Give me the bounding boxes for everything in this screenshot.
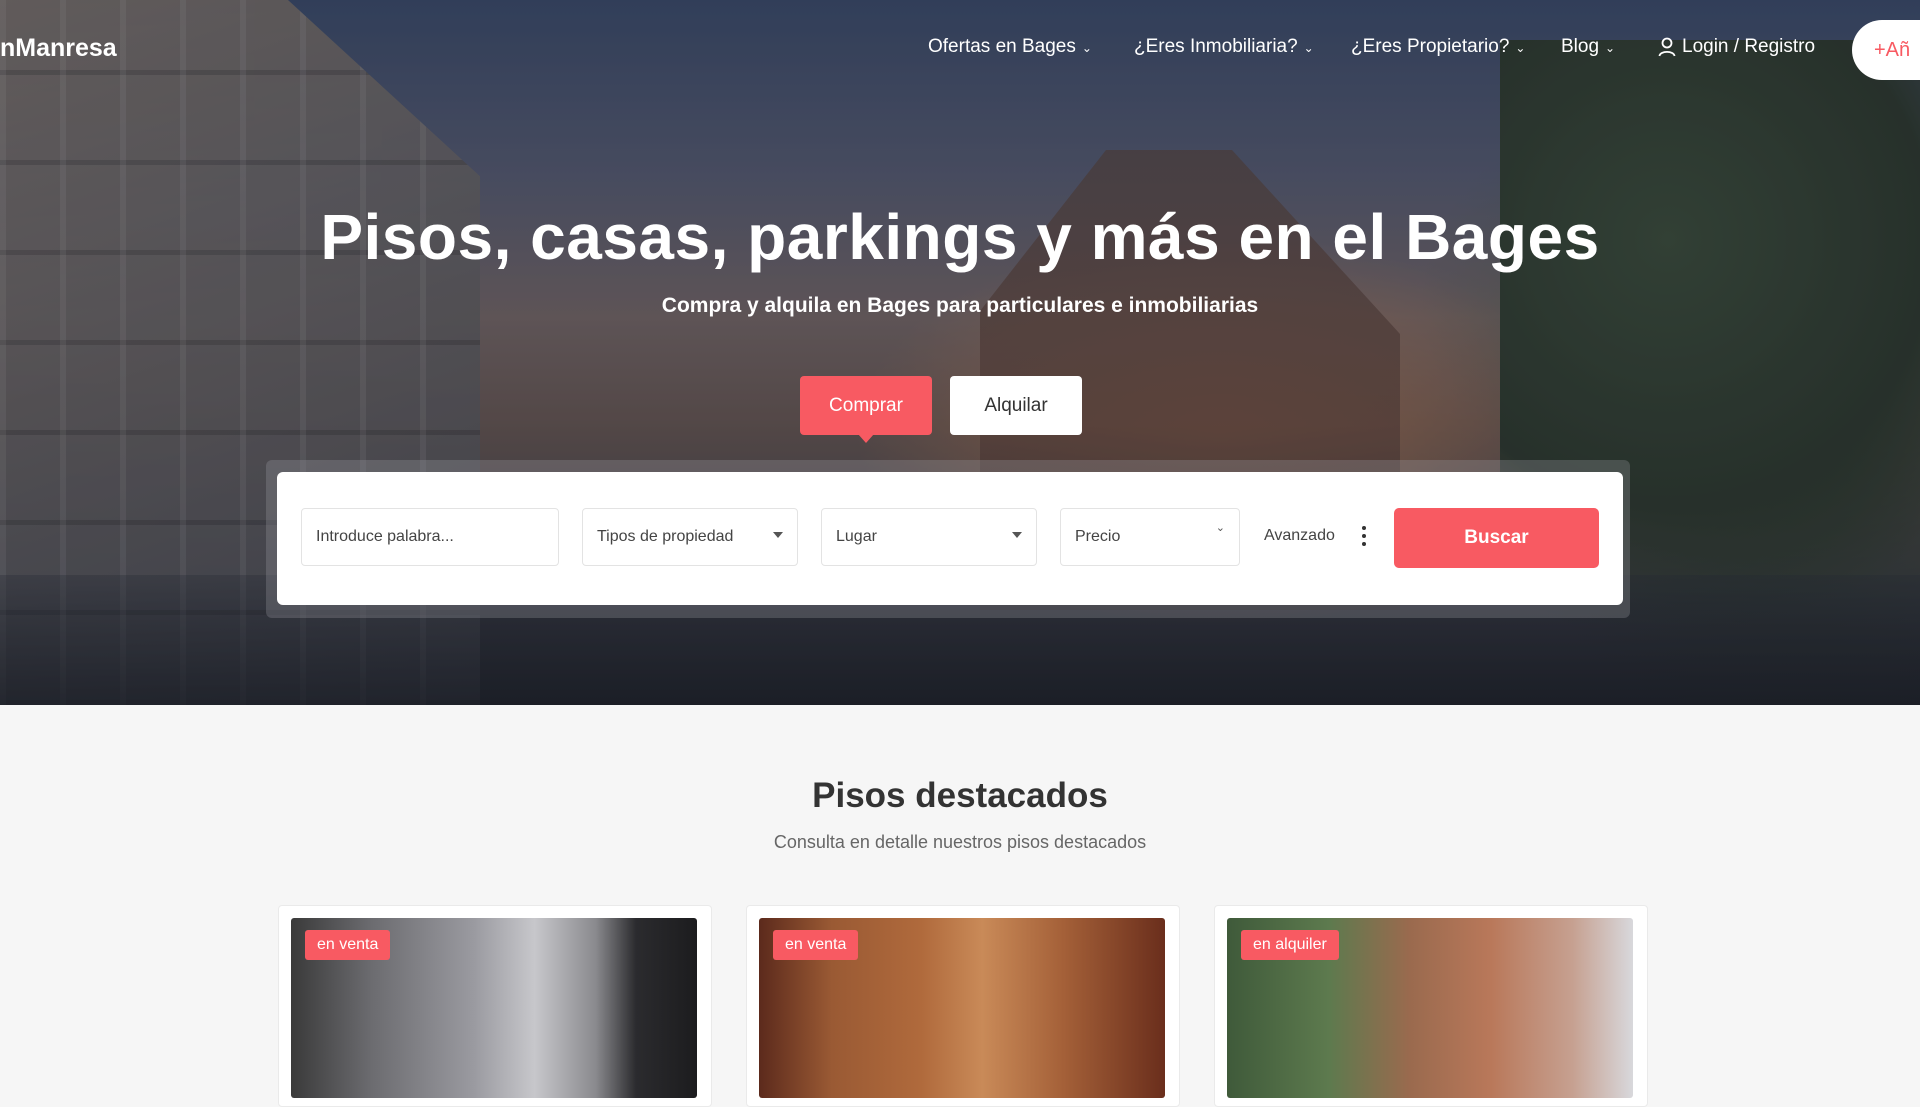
tab-comprar[interactable]: Comprar [800,376,932,443]
search-panel: Introduce palabra... Tipos de propiedad … [277,472,1623,605]
chevron-down-icon: ⌄ [1605,41,1616,55]
nav-item-label: Blog [1561,36,1600,57]
price-select[interactable]: Precio ⌄ [1060,508,1240,566]
nav-item-ofertas[interactable]: Ofertas en Bages ⌄ [928,36,1092,58]
status-badge: en venta [305,930,391,960]
property-card[interactable]: en venta [278,905,712,1107]
login-register-link[interactable]: Login / Registro [1658,36,1815,58]
nav-item-label: ¿Eres Propietario? [1351,36,1510,57]
advanced-search-toggle[interactable]: Avanzado [1264,527,1335,545]
nav-item-label: Ofertas en Bages [928,36,1076,57]
nav-item-label: ¿Eres Inmobiliaria? [1134,36,1298,57]
status-badge: en venta [773,930,859,960]
price-value: Precio [1075,528,1121,545]
property-card[interactable]: en venta [746,905,1180,1107]
featured-section-subtitle: Consulta en detalle nuestros pisos desta… [773,832,1147,852]
site-logo[interactable]: nManresa [0,34,117,63]
caret-down-icon [773,532,783,538]
nav-item-propietario[interactable]: ¿Eres Propietario? ⌄ [1351,36,1525,58]
location-select[interactable]: Lugar [821,508,1037,566]
top-navigation: nManresa Ofertas en Bages ⌄ ¿Eres Inmobi… [0,0,1920,96]
nav-item-inmobiliaria[interactable]: ¿Eres Inmobiliaria? ⌄ [1134,36,1314,58]
chevron-down-icon: ⌄ [1081,41,1092,55]
more-options-icon[interactable] [1361,526,1367,546]
property-type-value: Tipos de propiedad [597,528,734,545]
caret-down-icon [1012,532,1022,538]
search-button[interactable]: Buscar [1394,508,1599,568]
status-badge: en alquiler [1241,930,1339,960]
login-label: Login / Registro [1682,36,1816,57]
nav-item-blog[interactable]: Blog ⌄ [1561,36,1615,58]
hero-title: Pisos, casas, parkings y más en el Bages [320,201,1600,273]
chevron-down-icon: ⌄ [1303,41,1314,55]
featured-section-title: Pisos destacados [812,776,1108,815]
property-type-select[interactable]: Tipos de propiedad [582,508,798,566]
user-icon [1658,37,1676,57]
keyword-search-input[interactable]: Introduce palabra... [301,508,559,566]
chevron-down-icon: ⌄ [1515,41,1526,55]
tab-alquilar[interactable]: Alquilar [950,376,1082,435]
hero-subtitle: Compra y alquila en Bages para particula… [661,294,1259,317]
property-card[interactable]: en alquiler [1214,905,1648,1107]
location-value: Lugar [836,528,877,545]
chevron-down-icon: ⌄ [1215,522,1225,534]
add-listing-button[interactable]: +Añ [1852,20,1920,80]
hero-section: nManresa Ofertas en Bages ⌄ ¿Eres Inmobi… [0,0,1920,705]
